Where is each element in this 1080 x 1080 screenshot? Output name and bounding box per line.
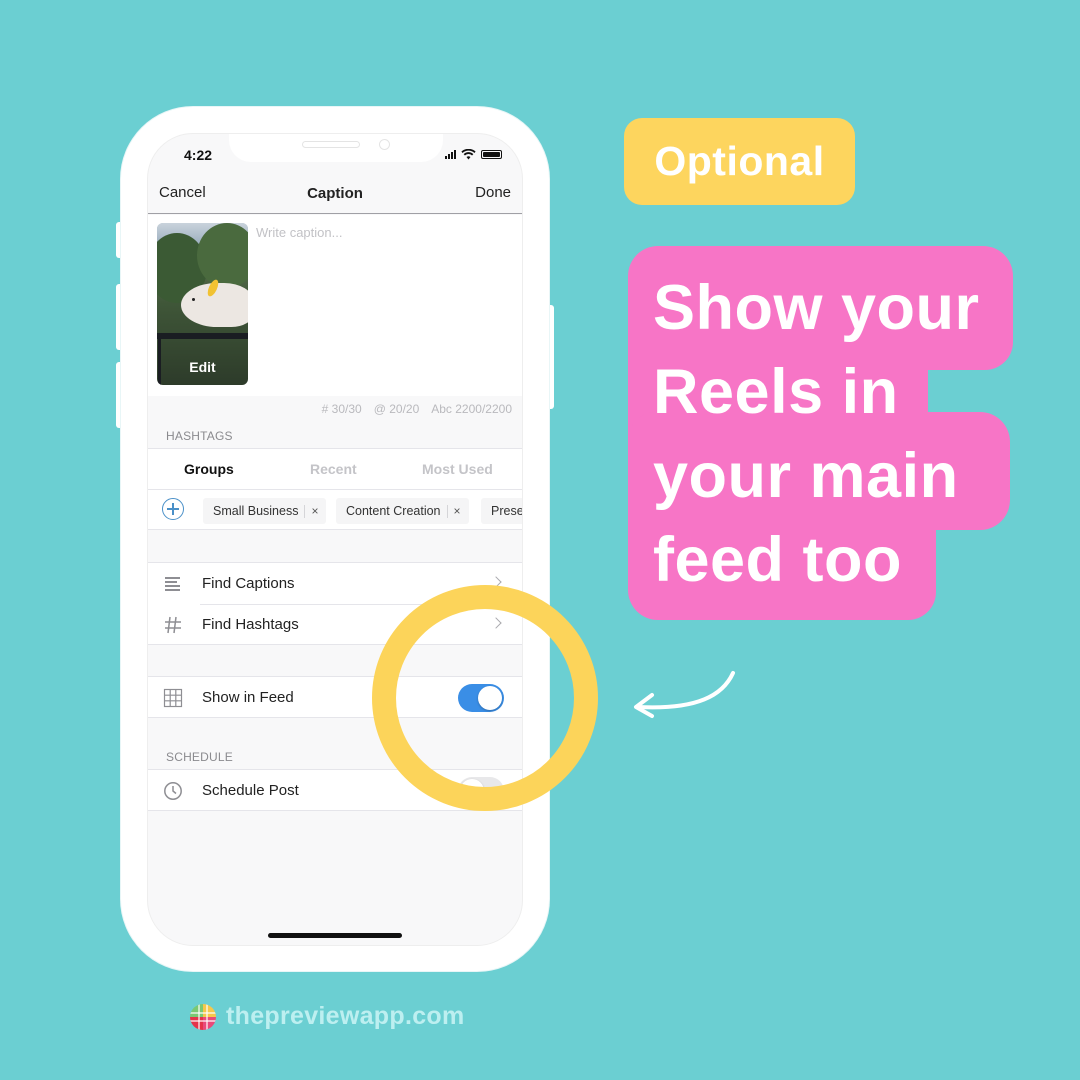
tab-most-used[interactable]: Most Used: [422, 461, 493, 477]
hashtag-group-chip[interactable]: Content Creation ×: [336, 498, 469, 524]
signal-icon: [445, 150, 456, 159]
headline-line: your main: [653, 441, 959, 511]
thumbnail-rail: [157, 333, 248, 339]
post-thumbnail[interactable]: Edit: [157, 223, 248, 385]
schedule-section-label: SCHEDULE: [166, 750, 233, 764]
nav-bar: Cancel Caption Done: [148, 174, 522, 214]
add-group-icon[interactable]: [162, 498, 184, 520]
preview-app-logo-icon: [190, 1003, 216, 1030]
remove-chip-icon[interactable]: ×: [454, 504, 461, 518]
caption-input[interactable]: [256, 225, 516, 385]
notch: [229, 134, 443, 162]
phone-screen: 4:22 Cancel Caption Done Edit Write capt…: [147, 133, 523, 946]
remove-chip-icon[interactable]: ×: [311, 504, 318, 518]
hashtag-tabs: Groups Recent Most Used: [148, 448, 522, 490]
schedule-post-label: Schedule Post: [202, 782, 299, 799]
hashtag-groups-row: Small Business × Content Creation × Pres…: [148, 490, 522, 530]
caption-area: Edit: [148, 215, 522, 396]
hashtag-icon: [165, 616, 181, 634]
show-in-feed-label: Show in Feed: [202, 689, 294, 706]
headline: Show your Reels in your main feed too: [653, 266, 1013, 602]
page-title: Caption: [307, 185, 363, 202]
highlight-ring: [372, 585, 598, 811]
front-camera: [379, 139, 390, 150]
optional-badge: Optional: [624, 118, 855, 205]
chip-divider: [304, 504, 306, 518]
mention-counter: @ 20/20: [373, 402, 420, 416]
done-button[interactable]: Done: [475, 184, 511, 201]
counters: # 30/30 @ 20/20 Abc 2200/2200: [322, 402, 512, 416]
chip-label: Prese: [491, 504, 522, 518]
hashtag-counter: # 30/30: [321, 402, 362, 416]
status-time: 4:22: [184, 147, 213, 163]
headline-line: Show your: [653, 273, 980, 343]
text-lines-icon: [165, 577, 180, 591]
battery-icon: [481, 150, 502, 159]
wifi-icon: [461, 149, 476, 160]
tab-groups[interactable]: Groups: [184, 461, 234, 477]
arrow-left-icon: [634, 671, 735, 718]
find-captions-label: Find Captions: [202, 575, 295, 592]
chip-label: Content Creation: [346, 504, 441, 518]
grid-icon: [163, 688, 183, 708]
hashtags-section-label: HASHTAGS: [166, 429, 233, 443]
character-counter: Abc 2200/2200: [431, 402, 512, 416]
clock-icon: [164, 782, 182, 800]
hashtag-group-chip[interactable]: Small Business ×: [203, 498, 327, 524]
thumbnail-tree: [197, 223, 248, 288]
tab-recent[interactable]: Recent: [310, 461, 357, 477]
home-indicator: [268, 933, 402, 938]
chip-label: Small Business: [213, 504, 299, 518]
footer: thepreviewapp.com: [190, 1002, 465, 1031]
hashtag-group-chip[interactable]: Prese: [481, 498, 522, 524]
headline-line: feed too: [653, 525, 902, 595]
status-icons: [445, 149, 502, 160]
edit-thumbnail-button[interactable]: Edit: [157, 359, 248, 375]
thumbnail-eye: [192, 298, 195, 301]
footer-site-link[interactable]: thepreviewapp.com: [226, 1002, 465, 1031]
find-hashtags-label: Find Hashtags: [202, 616, 299, 633]
headline-line: Reels in: [653, 357, 899, 427]
chip-divider: [446, 504, 448, 518]
speaker: [302, 141, 360, 148]
